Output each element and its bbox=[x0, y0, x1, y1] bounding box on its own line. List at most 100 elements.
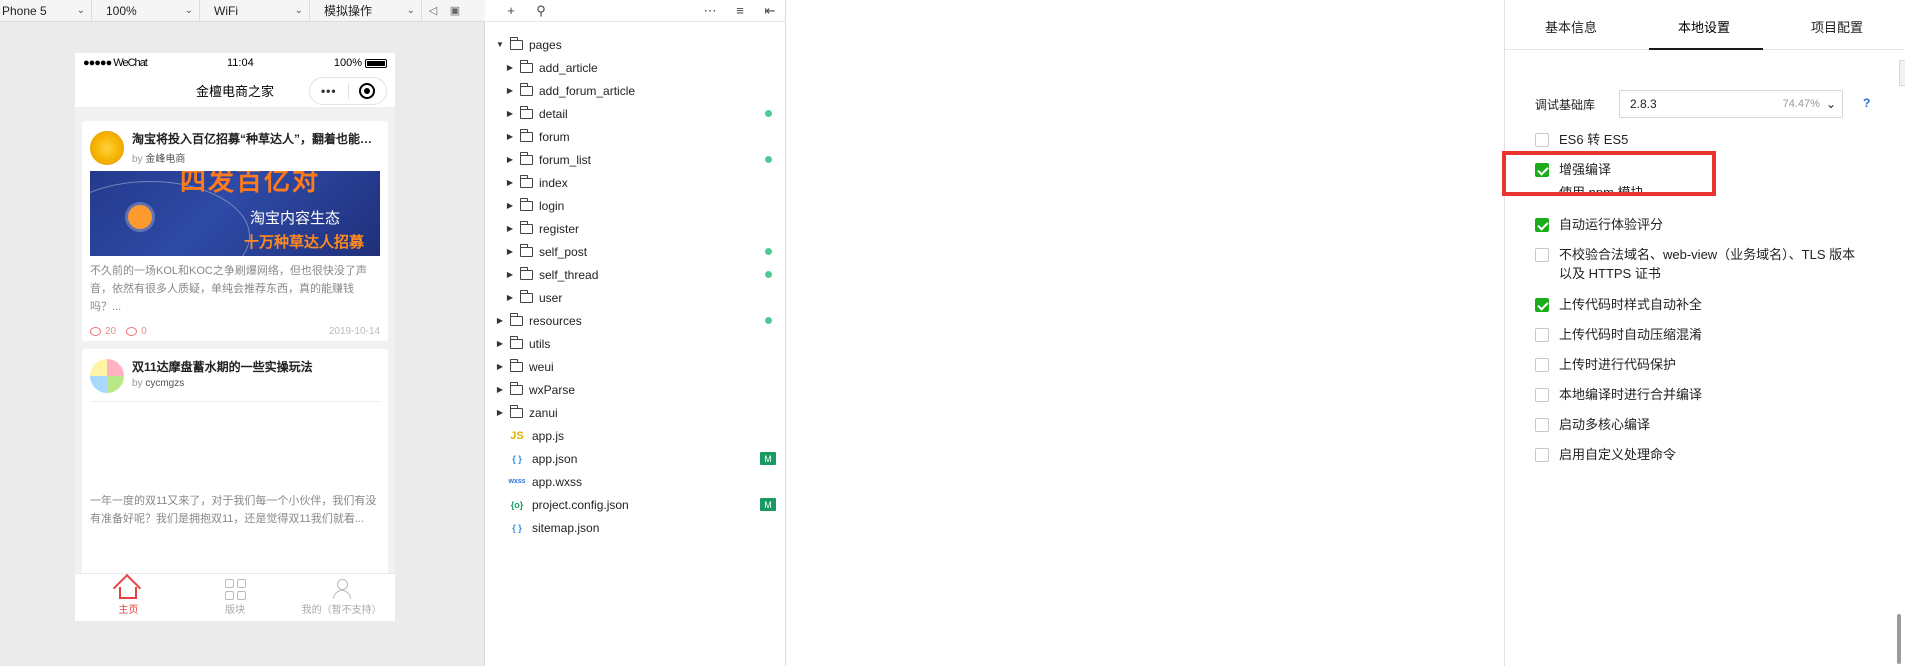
by-prefix: by bbox=[132, 378, 143, 389]
mode-select[interactable]: 模拟操作 ⌄ bbox=[310, 0, 422, 22]
checkbox[interactable] bbox=[1535, 358, 1549, 372]
tree-folder[interactable]: ▶ weui bbox=[486, 355, 786, 378]
tree-item-label: forum bbox=[539, 129, 570, 144]
setting-option[interactable]: 上传时进行代码保护 bbox=[1535, 355, 1859, 374]
tree-folder[interactable]: ▶ detail bbox=[486, 102, 786, 125]
tab-home[interactable]: 主页 bbox=[75, 574, 182, 621]
tab-project-config[interactable]: 项目配置 bbox=[1811, 17, 1863, 36]
tab-mine[interactable]: 我的（暂不支持） bbox=[288, 574, 395, 621]
battery-percent: 100% bbox=[333, 57, 362, 69]
caret-right-icon[interactable]: ▶ bbox=[504, 247, 516, 256]
banner-headline: 四发百亿对 bbox=[180, 171, 321, 196]
caret-right-icon[interactable]: ▶ bbox=[504, 132, 516, 141]
tree-folder[interactable]: ▼ pages bbox=[486, 33, 786, 56]
screen-icon[interactable]: ▣ bbox=[444, 0, 466, 22]
setting-option[interactable]: ES6 转 ES5 bbox=[1535, 130, 1859, 149]
caret-right-icon[interactable]: ▶ bbox=[504, 270, 516, 279]
tree-file[interactable]: { } sitemap.json bbox=[486, 516, 786, 539]
search-icon[interactable]: ⚲ bbox=[526, 3, 556, 19]
caret-right-icon[interactable]: ▶ bbox=[504, 63, 516, 72]
tab-sections[interactable]: 版块 bbox=[182, 574, 289, 621]
setting-option[interactable]: 自动运行体验评分 bbox=[1535, 215, 1859, 234]
tree-folder[interactable]: ▶ add_forum_article bbox=[486, 79, 786, 102]
article-author: cycmgzs bbox=[145, 378, 185, 389]
home-icon bbox=[119, 587, 138, 599]
more-icon[interactable]: ⋯ bbox=[695, 3, 725, 19]
tree-folder[interactable]: ▶ self_thread bbox=[486, 263, 786, 286]
side-scroll-tab[interactable] bbox=[1899, 60, 1905, 86]
folder-icon bbox=[510, 335, 523, 349]
collapse-icon[interactable]: ≡ bbox=[725, 3, 755, 18]
tree-folder[interactable]: ▶ user bbox=[486, 286, 786, 309]
setting-option[interactable]: 启用自定义处理命令 bbox=[1535, 445, 1859, 464]
help-icon[interactable]: ? bbox=[1863, 96, 1870, 110]
caret-right-icon[interactable]: ▶ bbox=[494, 339, 506, 348]
caret-right-icon[interactable]: ▶ bbox=[504, 86, 516, 95]
zoom-select[interactable]: 100% ⌄ bbox=[92, 0, 200, 22]
checkbox[interactable] bbox=[1535, 328, 1549, 342]
tree-folder[interactable]: ▶ index bbox=[486, 171, 786, 194]
tree-file[interactable]: { } app.json M bbox=[486, 447, 786, 470]
scrollbar[interactable] bbox=[1897, 614, 1901, 664]
checkbox[interactable] bbox=[1535, 448, 1549, 462]
checkbox[interactable] bbox=[1535, 133, 1549, 147]
caret-right-icon[interactable]: ▶ bbox=[504, 155, 516, 164]
chevron-down-icon: ⌄ bbox=[1825, 97, 1836, 111]
network-select[interactable]: WiFi ⌄ bbox=[200, 0, 310, 22]
plus-icon[interactable]: + bbox=[496, 3, 526, 18]
article-card[interactable]: 淘宝将投入百亿招募“种草达人”，翻着也能赚钱了 by 金峰电商 四发百亿对 淘宝… bbox=[82, 121, 388, 341]
lib-version-select[interactable]: 2.8.3 74.47% ⌄ bbox=[1619, 90, 1843, 118]
chevron-down-icon: ⌄ bbox=[406, 5, 415, 16]
caret-right-icon[interactable]: ▶ bbox=[504, 293, 516, 302]
more-icon[interactable]: ••• bbox=[310, 84, 348, 98]
setting-option[interactable]: 不校验合法域名、web-view（业务域名）、TLS 版本以及 HTTPS 证书 bbox=[1535, 245, 1859, 283]
tree-folder[interactable]: ▶ login bbox=[486, 194, 786, 217]
setting-option[interactable]: 启动多核心编译 bbox=[1535, 415, 1859, 434]
caret-right-icon[interactable]: ▶ bbox=[494, 362, 506, 371]
caret-right-icon[interactable]: ▶ bbox=[504, 201, 516, 210]
caret-right-icon[interactable]: ▶ bbox=[494, 316, 506, 325]
carrier-label: ●●●●● WeChat bbox=[83, 57, 148, 69]
setting-option[interactable]: 本地编译时进行合并编译 bbox=[1535, 385, 1859, 404]
caret-right-icon[interactable]: ▶ bbox=[494, 408, 506, 417]
network-select-value: WiFi bbox=[214, 3, 238, 18]
checkbox[interactable] bbox=[1535, 218, 1549, 232]
tree-folder[interactable]: ▶ resources bbox=[486, 309, 786, 332]
tree-folder[interactable]: ▶ zanui bbox=[486, 401, 786, 424]
checkbox[interactable] bbox=[1535, 298, 1549, 312]
tab-local-settings[interactable]: 本地设置 bbox=[1678, 17, 1730, 36]
tree-item-label: login bbox=[539, 198, 565, 213]
close-miniprogram-icon[interactable] bbox=[349, 83, 387, 99]
caret-down-icon[interactable]: ▼ bbox=[494, 40, 506, 49]
setting-option[interactable]: 上传代码时自动压缩混淆 bbox=[1535, 325, 1859, 344]
setting-option-label: 上传代码时自动压缩混淆 bbox=[1559, 327, 1703, 342]
checkbox[interactable] bbox=[1535, 418, 1549, 432]
tab-home-label: 主页 bbox=[118, 605, 139, 616]
tree-folder[interactable]: ▶ self_post bbox=[486, 240, 786, 263]
folder-icon bbox=[520, 289, 533, 303]
caret-right-icon[interactable]: ▶ bbox=[504, 224, 516, 233]
volume-icon[interactable]: ◁ bbox=[422, 0, 444, 22]
tree-file[interactable]: wxss app.wxss bbox=[486, 470, 786, 493]
tree-folder[interactable]: ▶ utils bbox=[486, 332, 786, 355]
article-card[interactable]: 双11达摩盘蓄水期的一些实操玩法 by cycmgzs 一年一度的双11又来了，… bbox=[82, 349, 388, 579]
setting-option[interactable]: 上传代码时样式自动补全 bbox=[1535, 295, 1859, 314]
tree-folder[interactable]: ▶ add_article bbox=[486, 56, 786, 79]
checkbox[interactable] bbox=[1535, 388, 1549, 402]
checkbox[interactable] bbox=[1535, 248, 1549, 262]
tree-folder[interactable]: ▶ forum_list bbox=[486, 148, 786, 171]
tree-file[interactable]: JS app.js bbox=[486, 424, 786, 447]
caret-right-icon[interactable]: ▶ bbox=[504, 178, 516, 187]
tab-basic-info[interactable]: 基本信息 bbox=[1545, 17, 1597, 36]
caret-right-icon[interactable]: ▶ bbox=[504, 109, 516, 118]
tree-folder[interactable]: ▶ register bbox=[486, 217, 786, 240]
cfg-file-icon: {o} bbox=[510, 499, 524, 510]
setting-option-label: 启用自定义处理命令 bbox=[1559, 447, 1677, 462]
tree-file[interactable]: {o} project.config.json M bbox=[486, 493, 786, 516]
device-select[interactable]: Phone 5 ⌄ bbox=[0, 0, 92, 22]
split-icon[interactable]: ⇤ bbox=[755, 3, 785, 19]
caret-right-icon[interactable]: ▶ bbox=[494, 385, 506, 394]
article-summary: 一年一度的双11又来了，对于我们每一个小伙伴，我们有没有准备好呢？我们是拥抱双1… bbox=[90, 495, 377, 525]
tree-folder[interactable]: ▶ wxParse bbox=[486, 378, 786, 401]
tree-folder[interactable]: ▶ forum bbox=[486, 125, 786, 148]
